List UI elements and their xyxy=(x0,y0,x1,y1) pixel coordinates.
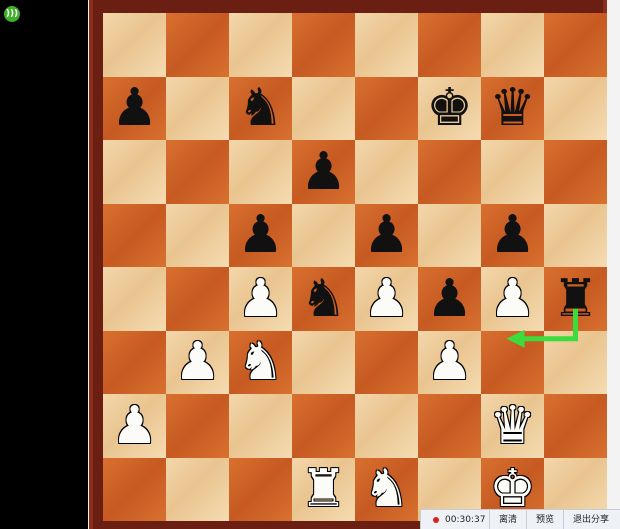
black-pawn-icon[interactable]: ♟ xyxy=(237,209,284,261)
white-pawn-icon[interactable]: ♟ xyxy=(489,273,536,325)
square-e5[interactable]: ♟ xyxy=(355,203,418,267)
square-c4[interactable]: ♟ xyxy=(229,267,292,331)
black-king-icon[interactable]: ♚ xyxy=(426,82,473,134)
record-indicator-icon xyxy=(433,516,439,523)
square-d4[interactable]: ♞ xyxy=(292,267,355,331)
square-a6[interactable] xyxy=(103,140,166,204)
square-f8[interactable] xyxy=(418,13,481,77)
square-e2[interactable] xyxy=(355,394,418,458)
square-c1[interactable] xyxy=(229,457,292,521)
black-rook-icon[interactable]: ♜ xyxy=(552,273,599,325)
square-b4[interactable] xyxy=(166,267,229,331)
square-b1[interactable] xyxy=(166,457,229,521)
square-d3[interactable] xyxy=(292,330,355,394)
square-f7[interactable]: ♚ xyxy=(418,76,481,140)
square-g8[interactable] xyxy=(481,13,544,77)
square-f3[interactable]: ♟ xyxy=(418,330,481,394)
black-knight-icon[interactable]: ♞ xyxy=(300,273,347,325)
square-c2[interactable] xyxy=(229,394,292,458)
square-a5[interactable] xyxy=(103,203,166,267)
square-g5[interactable]: ♟ xyxy=(481,203,544,267)
square-d8[interactable] xyxy=(292,13,355,77)
square-h3[interactable] xyxy=(544,330,607,394)
square-d7[interactable] xyxy=(292,76,355,140)
white-pawn-icon[interactable]: ♟ xyxy=(426,336,473,388)
square-c3[interactable]: ♞ xyxy=(229,330,292,394)
square-a3[interactable] xyxy=(103,330,166,394)
square-h5[interactable] xyxy=(544,203,607,267)
square-g2[interactable]: ♛ xyxy=(481,394,544,458)
square-f5[interactable] xyxy=(418,203,481,267)
square-e3[interactable] xyxy=(355,330,418,394)
square-e8[interactable] xyxy=(355,13,418,77)
chess-board[interactable]: ♟ ♞ ♚ ♛ ♟ ♟ ♟ ♟ ♟ ♞ ♟ ♟ ♟ ♜ ♟ ♞ ♟ ♟ ♛ ♜ ♞ ♚ xyxy=(103,13,607,529)
square-a4[interactable] xyxy=(103,267,166,331)
black-queen-icon[interactable]: ♛ xyxy=(489,82,536,134)
black-pawn-icon[interactable]: ♟ xyxy=(363,209,410,261)
square-c5[interactable]: ♟ xyxy=(229,203,292,267)
square-d6[interactable]: ♟ xyxy=(292,140,355,204)
square-f4[interactable]: ♟ xyxy=(418,267,481,331)
black-pawn-icon[interactable]: ♟ xyxy=(426,273,473,325)
white-queen-icon[interactable]: ♛ xyxy=(489,400,536,452)
left-panel: ))) xyxy=(0,0,88,529)
black-pawn-icon[interactable]: ♟ xyxy=(111,82,158,134)
black-knight-icon[interactable]: ♞ xyxy=(237,82,284,134)
square-c8[interactable] xyxy=(229,13,292,77)
square-f6[interactable] xyxy=(418,140,481,204)
square-g7[interactable]: ♛ xyxy=(481,76,544,140)
square-d1[interactable]: ♜ xyxy=(292,457,355,521)
white-knight-icon[interactable]: ♞ xyxy=(237,336,284,388)
broadcast-icon[interactable]: ))) xyxy=(4,6,20,22)
square-e1[interactable]: ♞ xyxy=(355,457,418,521)
exit-share-button[interactable]: 退出分享 xyxy=(563,509,618,529)
recording-statusbar: 00:30:37 离清 预览 退出分享 xyxy=(420,509,620,529)
recording-timer: 00:30:37 xyxy=(445,514,486,525)
square-d2[interactable] xyxy=(292,394,355,458)
square-a8[interactable] xyxy=(103,13,166,77)
square-d5[interactable] xyxy=(292,203,355,267)
square-h7[interactable] xyxy=(544,76,607,140)
square-c6[interactable] xyxy=(229,140,292,204)
square-a7[interactable]: ♟ xyxy=(103,76,166,140)
white-pawn-icon[interactable]: ♟ xyxy=(174,336,221,388)
square-a1[interactable] xyxy=(103,457,166,521)
square-b7[interactable] xyxy=(166,76,229,140)
white-rook-icon[interactable]: ♜ xyxy=(300,463,347,515)
square-g3[interactable] xyxy=(481,330,544,394)
square-b5[interactable] xyxy=(166,203,229,267)
white-king-icon[interactable]: ♚ xyxy=(489,463,536,515)
square-e6[interactable] xyxy=(355,140,418,204)
square-b2[interactable] xyxy=(166,394,229,458)
square-h6[interactable] xyxy=(544,140,607,204)
square-a2[interactable]: ♟ xyxy=(103,394,166,458)
square-e4[interactable]: ♟ xyxy=(355,267,418,331)
square-h8[interactable] xyxy=(544,13,607,77)
black-pawn-icon[interactable]: ♟ xyxy=(300,146,347,198)
white-pawn-icon[interactable]: ♟ xyxy=(111,400,158,452)
white-pawn-icon[interactable]: ♟ xyxy=(363,273,410,325)
square-e7[interactable] xyxy=(355,76,418,140)
square-h4[interactable]: ♜ xyxy=(544,267,607,331)
square-c7[interactable]: ♞ xyxy=(229,76,292,140)
square-b3[interactable]: ♟ xyxy=(166,330,229,394)
white-pawn-icon[interactable]: ♟ xyxy=(237,273,284,325)
statusbar-button-1[interactable]: 离清 xyxy=(489,509,526,529)
square-h2[interactable] xyxy=(544,394,607,458)
preview-button[interactable]: 预览 xyxy=(526,509,563,529)
white-knight-icon[interactable]: ♞ xyxy=(363,463,410,515)
square-g6[interactable] xyxy=(481,140,544,204)
square-f2[interactable] xyxy=(418,394,481,458)
square-b8[interactable] xyxy=(166,13,229,77)
square-b6[interactable] xyxy=(166,140,229,204)
square-g4[interactable]: ♟ xyxy=(481,267,544,331)
black-pawn-icon[interactable]: ♟ xyxy=(489,209,536,261)
